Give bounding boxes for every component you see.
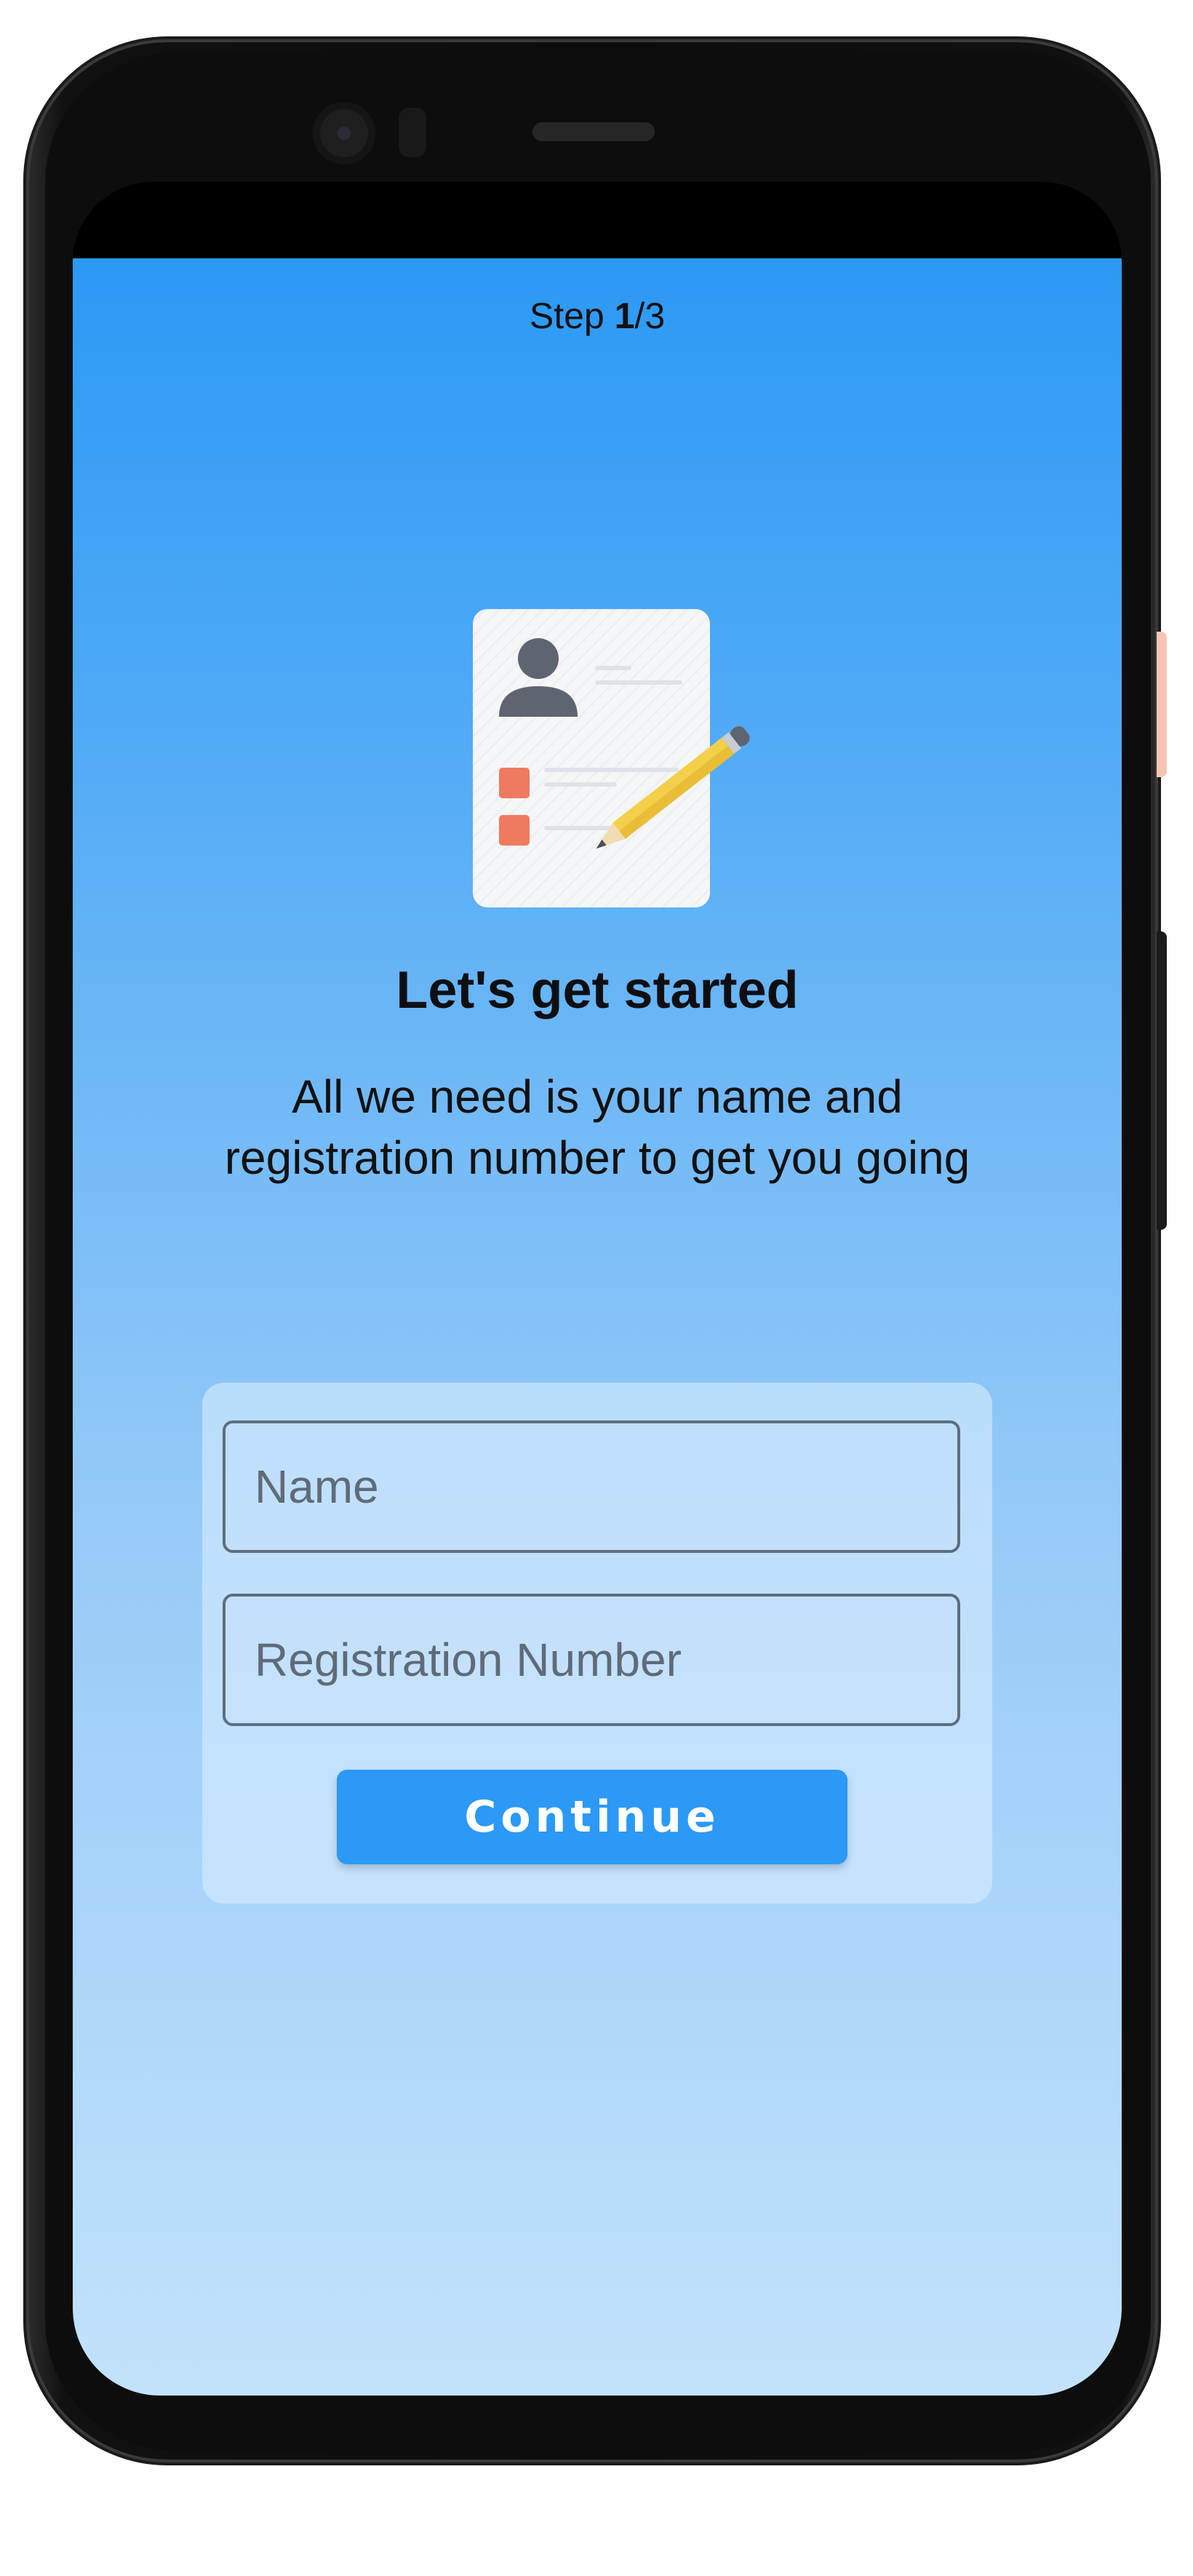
registration-number-input[interactable]	[223, 1594, 960, 1726]
onboarding-screen: Step 1/3 Let's get started All we need i…	[73, 258, 1122, 2396]
step-prefix: Step	[529, 295, 615, 336]
checkbox-icon	[499, 815, 530, 846]
step-indicator: Step 1/3	[73, 295, 1122, 337]
front-camera-icon	[313, 102, 375, 164]
registration-form: Continue	[202, 1383, 992, 1904]
subtitle-line-1: All we need is your name and	[292, 1070, 903, 1123]
power-button	[1157, 632, 1167, 777]
page-subtitle: All we need is your name and registration…	[182, 1066, 1013, 1188]
page-title: Let's get started	[396, 961, 799, 1019]
step-current: 1	[614, 295, 635, 336]
continue-button[interactable]: Continue	[337, 1770, 847, 1864]
subtitle-line-2: registration number to get you going	[224, 1132, 970, 1184]
volume-button	[1157, 931, 1167, 1230]
step-total: 3	[645, 295, 666, 336]
step-separator: /	[634, 295, 645, 336]
profile-form-with-pencil-icon	[473, 609, 750, 907]
checkbox-icon	[499, 768, 530, 798]
phone-screen: Step 1/3 Let's get started All we need i…	[73, 182, 1122, 2396]
name-input[interactable]	[223, 1420, 960, 1553]
device-frame: Step 1/3 Let's get started All we need i…	[0, 0, 1193, 2576]
proximity-sensor	[399, 108, 426, 157]
status-bar	[73, 182, 1122, 258]
earpiece-speaker	[532, 122, 655, 141]
